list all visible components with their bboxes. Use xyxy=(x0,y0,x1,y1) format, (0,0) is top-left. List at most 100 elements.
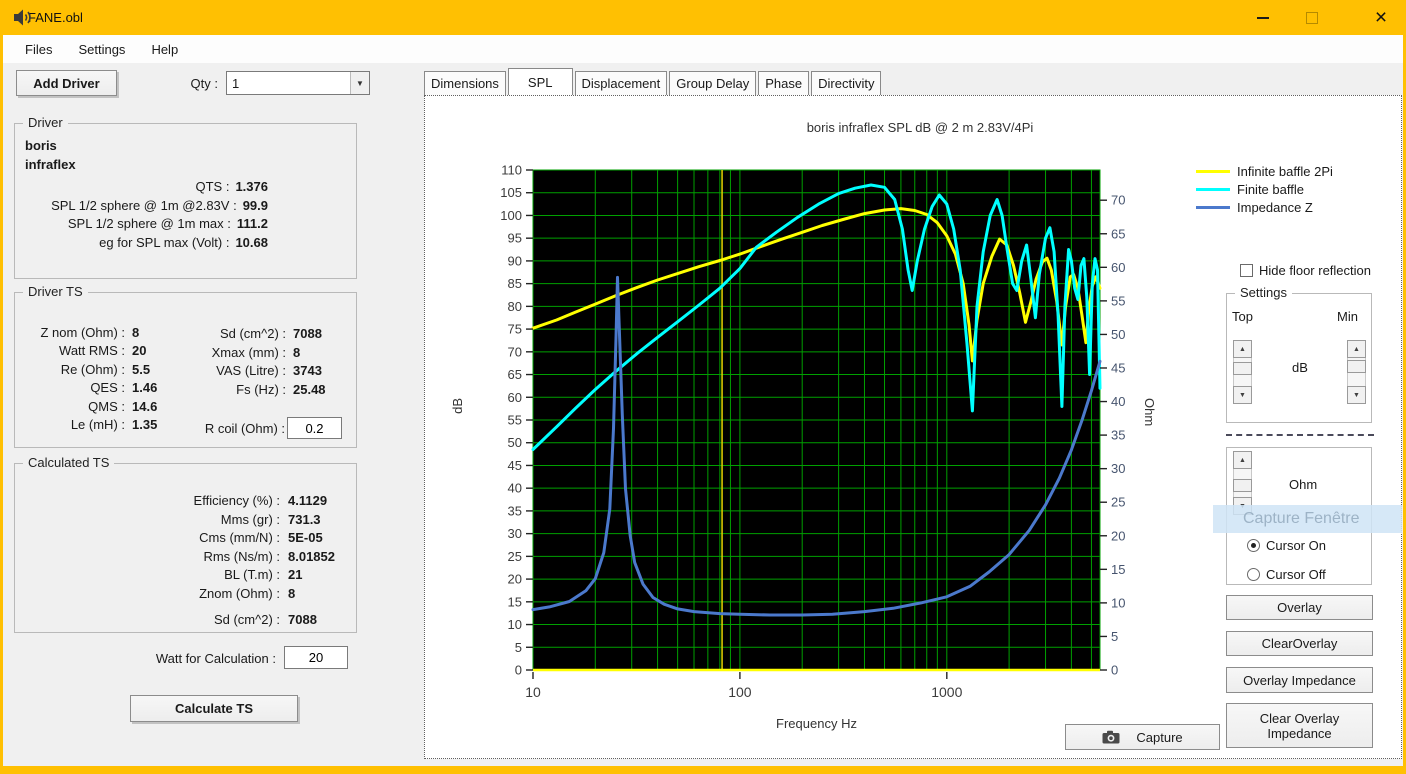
ohm-thumb[interactable] xyxy=(1233,479,1252,492)
stat-label: Watt RMS : xyxy=(59,343,125,359)
tick-label-left: 25 xyxy=(508,549,522,564)
app-window: FANE.obl × Files Settings Help Add Driver … xyxy=(0,0,1406,774)
capture-button[interactable]: Capture xyxy=(1065,724,1220,750)
window-title: FANE.obl xyxy=(28,10,83,25)
stat-label: Cms (mm/N) : xyxy=(199,530,280,546)
ghost-window-caption: Capture Fenêtre xyxy=(1213,505,1402,533)
tick-label-right: 35 xyxy=(1111,428,1125,443)
stat-label: QES : xyxy=(90,380,125,396)
maximize-button[interactable] xyxy=(1289,0,1335,35)
stat-row: QMS : 14.6 xyxy=(25,398,157,416)
stat-row: QTS : 1.376 xyxy=(15,178,306,197)
cursor-on-label: Cursor On xyxy=(1266,538,1326,553)
stat-row: Znom (Ohm) : 8 xyxy=(25,585,335,604)
title-bar: FANE.obl xyxy=(0,0,1406,35)
tab-group-delay[interactable]: Group Delay xyxy=(669,71,757,95)
stat-row: Sd (cm^2) : 7088 xyxy=(181,325,326,344)
stat-label: BL (T.m) : xyxy=(224,567,280,583)
x-axis-label: Frequency Hz xyxy=(776,716,857,731)
legend-swatch xyxy=(1196,188,1230,191)
add-driver-button[interactable]: Add Driver xyxy=(16,70,117,96)
top-db-down-button[interactable]: ▼ xyxy=(1233,386,1252,404)
tick-label-right: 15 xyxy=(1111,562,1125,577)
menu-item-help[interactable]: Help xyxy=(138,35,191,63)
stat-value: 111.2 xyxy=(236,216,268,231)
chevron-down-icon[interactable]: ▼ xyxy=(350,72,369,94)
tick-label-left: 100 xyxy=(500,208,522,223)
calculate-ts-button[interactable]: Calculate TS xyxy=(130,695,298,722)
stat-row: Efficiency (%) : 4.1129 xyxy=(25,492,335,511)
tab-spl[interactable]: SPL xyxy=(507,68,573,95)
tick-label-left: 55 xyxy=(508,413,522,428)
clear-overlay-impedance-button[interactable]: Clear Overlay Impedance xyxy=(1226,703,1373,748)
maximize-icon xyxy=(1306,11,1318,24)
calculated-ts-rows: Efficiency (%) : 4.1129 Mms (gr) : 731.3 Cms… xyxy=(25,492,335,629)
legend-entry: Infinite baffle 2Pi xyxy=(1196,164,1333,179)
top-db-thumb[interactable] xyxy=(1233,362,1252,375)
tick-label-right: 55 xyxy=(1111,293,1125,308)
tick-label-x: 100 xyxy=(728,684,752,700)
stat-value: 731.3 xyxy=(288,511,321,527)
stat-row: Cms (mm/N) : 5E-05 xyxy=(25,529,335,548)
tick-label-left: 50 xyxy=(508,435,522,450)
stat-row: eg for SPL max (Volt) : 10.68 xyxy=(15,234,306,253)
overlay-impedance-button[interactable]: Overlay Impedance xyxy=(1226,667,1373,693)
watt-input[interactable] xyxy=(284,646,348,669)
stat-value: 7088 xyxy=(293,326,322,341)
stat-value: 8 xyxy=(132,325,140,340)
tick-label-right: 65 xyxy=(1111,226,1125,241)
tab-dimensions[interactable]: Dimensions xyxy=(424,71,506,95)
stat-row: VAS (Litre) : 3743 xyxy=(181,362,326,381)
menu-bar: Files Settings Help xyxy=(3,35,1403,63)
driver-ts-right-column: Sd (cm^2) : 7088 Xmax (mm) : 8 VAS (Litre) :… xyxy=(181,325,326,399)
tick-label-left: 65 xyxy=(508,367,522,382)
tick-label-left: 0 xyxy=(515,663,522,678)
tab-phase[interactable]: Phase xyxy=(758,71,810,95)
min-label: Min xyxy=(1337,309,1358,324)
menu-item-files[interactable]: Files xyxy=(12,35,65,63)
stat-label: SPL 1/2 sphere @ 1m max : xyxy=(67,216,231,231)
settings-title: Settings xyxy=(1235,285,1292,300)
tick-label-left: 95 xyxy=(508,231,522,246)
stat-value: 3743 xyxy=(293,363,322,379)
close-button[interactable]: × xyxy=(1358,0,1404,35)
stat-value: 8.01852 xyxy=(288,548,335,564)
stat-value: 1.35 xyxy=(132,417,158,433)
stat-label: Z nom (Ohm) : xyxy=(40,325,125,340)
tab-directivity[interactable]: Directivity xyxy=(811,71,882,95)
stat-row: Watt RMS : 20 xyxy=(25,342,157,360)
tick-label-left: 80 xyxy=(508,299,522,314)
stat-value: 20 xyxy=(132,343,147,359)
hide-floor-reflection-label: Hide floor reflection xyxy=(1259,263,1371,278)
stat-value: 4.1129 xyxy=(288,493,328,508)
spl-chart[interactable]: 0510152025303540455055606570758085909510… xyxy=(424,95,1224,755)
stat-value: 8 xyxy=(288,585,296,601)
menu-item-settings[interactable]: Settings xyxy=(65,35,138,63)
clearoverlay-button[interactable]: ClearOverlay xyxy=(1226,631,1373,656)
watt-label: Watt for Calculation : xyxy=(155,651,276,666)
cursor-on-radio[interactable] xyxy=(1247,539,1260,552)
top-label: Top xyxy=(1232,309,1253,324)
driver-stats: QTS : 1.376 SPL 1/2 sphere @ 1m @2.83V : 99… xyxy=(15,178,306,252)
stat-label: Xmax (mm) : xyxy=(211,344,286,360)
driver-ts-left-column: Z nom (Ohm) : 8 Watt RMS : 20 Re (Ohm) : 5.5 Q… xyxy=(25,324,157,434)
tick-label-left: 30 xyxy=(508,526,522,541)
min-db-up-button[interactable]: ▲ xyxy=(1347,340,1366,358)
driver-ts-title: Driver TS xyxy=(23,284,88,299)
min-db-down-button[interactable]: ▼ xyxy=(1347,386,1366,404)
tab-displacement[interactable]: Displacement xyxy=(574,71,668,95)
legend-entry: Finite baffle xyxy=(1196,182,1304,197)
min-db-thumb[interactable] xyxy=(1347,360,1366,373)
minimize-button[interactable] xyxy=(1240,0,1286,35)
stat-value: 8 xyxy=(293,344,301,360)
overlay-button[interactable]: Overlay xyxy=(1226,595,1373,620)
rcoil-input[interactable] xyxy=(287,417,342,439)
stat-value: 25.48 xyxy=(293,381,326,397)
cursor-off-radio[interactable] xyxy=(1247,568,1260,581)
qty-combobox[interactable]: 1 ▼ xyxy=(226,71,370,95)
chart-title: boris infraflex SPL dB @ 2 m 2.83V/4Pi xyxy=(806,120,1034,135)
ohm-up-button[interactable]: ▲ xyxy=(1233,451,1252,469)
hide-floor-reflection-checkbox[interactable] xyxy=(1240,264,1253,277)
top-db-up-button[interactable]: ▲ xyxy=(1233,340,1252,358)
tick-label-left: 105 xyxy=(500,185,522,200)
